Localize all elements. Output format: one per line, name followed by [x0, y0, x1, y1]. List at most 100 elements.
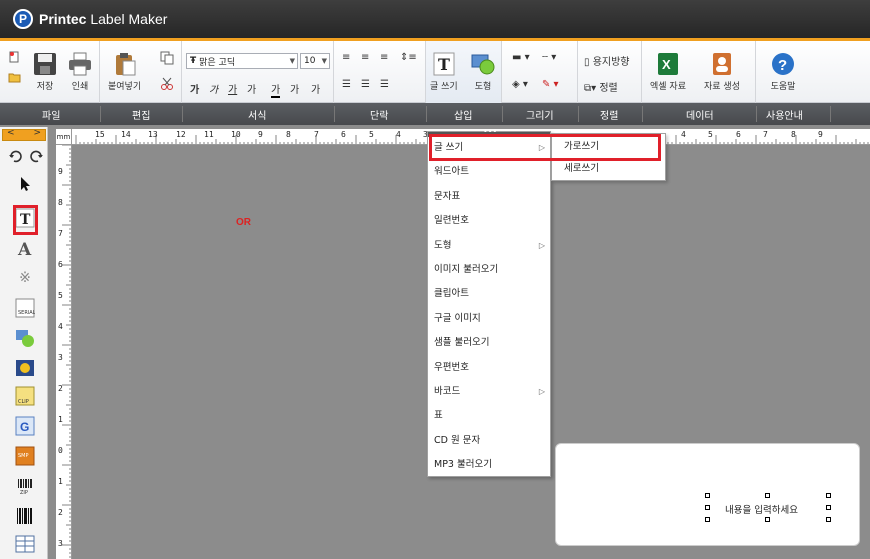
title-bar: P Printec Label Maker: [0, 0, 870, 38]
excel-data-button[interactable]: X 엑셀 자료: [650, 52, 686, 92]
menu-item[interactable]: 바코드 ▷: [428, 381, 550, 403]
clipart-icon[interactable]: CLIP: [14, 385, 36, 407]
zipcode-icon[interactable]: ZIP: [14, 475, 36, 497]
strike-button[interactable]: 가: [247, 81, 256, 96]
shape-button[interactable]: 도형: [470, 52, 496, 92]
menu-item[interactable]: MP3 불러오기: [428, 454, 550, 476]
menu-item[interactable]: 우편번호: [428, 357, 550, 379]
align-left-icon[interactable]: ≡: [342, 52, 350, 63]
undo-icon[interactable]: [4, 145, 26, 167]
group-label-insert: 삽입: [454, 111, 473, 122]
bold-button[interactable]: 가: [190, 81, 199, 96]
subscript-button[interactable]: 가: [311, 81, 320, 96]
ruler-number: 8: [58, 198, 63, 207]
group-label-align: 정렬: [600, 111, 619, 122]
valign-bottom-icon[interactable]: ☰: [380, 79, 389, 90]
menu-item[interactable]: 샘플 불러오기: [428, 332, 550, 354]
group-label-data: 데이터: [686, 111, 714, 122]
group-format: Ŧ 맑은 고딕 ▼ 10 ▼ 가 가 가 가 가 가 가: [182, 41, 334, 103]
menu-item[interactable]: 구글 이미지: [428, 308, 550, 330]
copy-icon[interactable]: [160, 51, 174, 68]
group-help: ? 도움말: [756, 41, 820, 103]
ruler-number: 5: [58, 291, 63, 300]
print-icon: [69, 52, 91, 76]
font-select[interactable]: Ŧ 맑은 고딕 ▼: [186, 53, 298, 69]
resize-handle[interactable]: [705, 493, 710, 498]
ruler-number: 9: [258, 130, 263, 139]
ruler-number: 4: [58, 322, 63, 331]
underline-button[interactable]: 가: [228, 81, 237, 96]
valign-top-icon[interactable]: ☰: [342, 79, 351, 90]
svg-text:A: A: [17, 240, 32, 257]
menu-item[interactable]: 표: [428, 405, 550, 427]
resize-handle[interactable]: [765, 493, 770, 498]
toolbox-nav[interactable]: < >: [2, 128, 46, 141]
align-center-icon[interactable]: ≡: [361, 52, 369, 63]
save-button[interactable]: 저장: [32, 52, 58, 92]
write-text-button[interactable]: T 글 쓰기: [430, 52, 458, 92]
data-generate-button[interactable]: 자료 생성: [704, 52, 740, 92]
line-dash-icon[interactable]: ┄ ▾: [542, 52, 556, 63]
resize-handle[interactable]: [826, 505, 831, 510]
fill-color-icon[interactable]: ◈ ▾: [512, 79, 528, 90]
menu-item[interactable]: CD 원 문자: [428, 430, 550, 452]
toolbox-next-button[interactable]: >: [33, 128, 41, 138]
text-box-placeholder[interactable]: 내용을 입력하세요: [725, 502, 798, 516]
menu-item[interactable]: 이미지 불러오기: [428, 259, 550, 281]
resize-handle[interactable]: [826, 517, 831, 522]
help-button[interactable]: ? 도움말: [770, 52, 796, 92]
new-icon[interactable]: [8, 51, 20, 66]
resize-handle[interactable]: [826, 493, 831, 498]
symbol-icon[interactable]: ※: [14, 267, 36, 289]
print-button[interactable]: 인쇄: [67, 52, 93, 92]
app-logo-icon: P: [13, 9, 33, 29]
line-spacing-icon[interactable]: ⇕≡: [400, 52, 417, 63]
resize-handle[interactable]: [705, 517, 710, 522]
menu-item[interactable]: 클립아트: [428, 283, 550, 305]
table-icon[interactable]: [14, 533, 36, 555]
valign-middle-icon[interactable]: ☰: [361, 79, 370, 90]
serial-number-icon[interactable]: SERIAL: [14, 297, 36, 319]
resize-handle[interactable]: [705, 505, 710, 510]
vertical-writing-item[interactable]: 세로쓰기: [552, 158, 665, 180]
resize-handle[interactable]: [765, 517, 770, 522]
google-image-icon[interactable]: G: [14, 415, 36, 437]
menu-item[interactable]: 워드아트: [428, 161, 550, 183]
barcode-icon[interactable]: [14, 505, 36, 527]
menu-item[interactable]: 도형 ▷: [428, 235, 550, 257]
superscript-button[interactable]: 가: [290, 81, 299, 96]
ruler-number: 9: [58, 167, 63, 176]
group-file: 저장 인쇄: [0, 41, 100, 103]
paste-button[interactable]: 붙여넣기: [108, 52, 141, 92]
group-label-file: 파일: [42, 111, 61, 122]
group-label-format: 서식: [248, 111, 267, 122]
ruler-number: 1: [58, 415, 63, 424]
paste-icon: [115, 53, 136, 76]
group-edit: 붙여넣기: [100, 41, 182, 103]
menu-item[interactable]: 문자표: [428, 186, 550, 208]
line-style-icon[interactable]: ▬ ▾: [512, 52, 530, 63]
line-color-icon[interactable]: ✎ ▾: [542, 79, 559, 90]
ruler-number: 4: [681, 130, 686, 139]
align-button[interactable]: ⧉▾ 정렬: [584, 79, 618, 94]
wordart-icon[interactable]: A: [14, 237, 36, 259]
align-right-icon[interactable]: ≡: [380, 52, 388, 63]
insert-menu: ••• 글 쓰기 ▷ 워드아트 문자표 일련번호 도형 ▷ 이미지 불러오기 클립아트 구글 이미…: [427, 127, 551, 477]
select-pointer-icon[interactable]: [14, 173, 36, 195]
image-icon[interactable]: [14, 357, 36, 379]
font-color-button[interactable]: 가: [271, 81, 281, 98]
toolbox-prev-button[interactable]: <: [7, 128, 15, 138]
font-size-select[interactable]: 10 ▼: [300, 53, 330, 69]
menu-item[interactable]: 일련번호: [428, 210, 550, 232]
help-icon: ?: [772, 53, 794, 75]
italic-button[interactable]: 가: [209, 81, 218, 96]
redo-icon[interactable]: [26, 145, 48, 167]
excel-icon: X: [657, 53, 678, 75]
ruler-number: 5: [708, 130, 713, 139]
open-icon[interactable]: [8, 71, 21, 86]
sample-file-icon[interactable]: SMP: [14, 445, 36, 467]
cut-icon[interactable]: [160, 77, 174, 94]
shape-tool-icon[interactable]: [14, 327, 36, 349]
paper-direction-button[interactable]: ▯ 용지방향: [584, 53, 630, 68]
ruler-number: 1: [58, 477, 63, 486]
